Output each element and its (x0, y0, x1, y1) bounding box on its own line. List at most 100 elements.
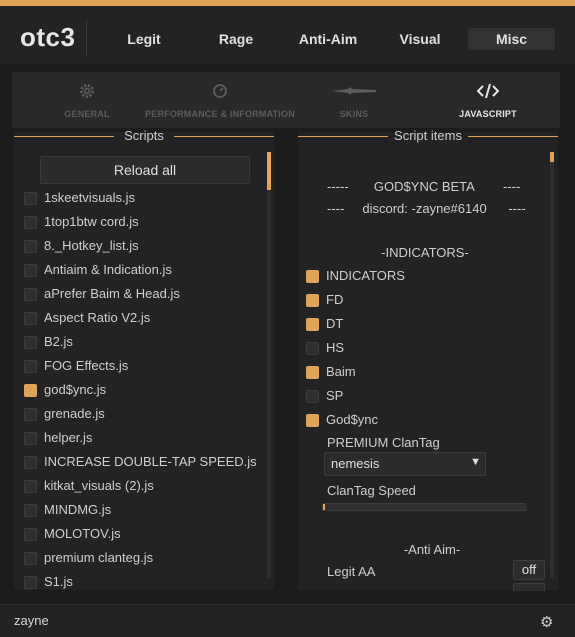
script-list-item[interactable]: kitkat_visuals (2).js (24, 476, 264, 496)
anti-aim-section-header: -Anti Aim- (403, 542, 461, 557)
script-list-item[interactable]: B2.js (24, 332, 264, 352)
gauge-icon (140, 82, 300, 104)
script-checkbox[interactable] (24, 216, 37, 229)
script-checkbox[interactable] (24, 480, 37, 493)
indicator-label: SP (326, 388, 344, 403)
script-checkbox[interactable] (24, 240, 37, 253)
scripts-panel: Scripts Reload all 1skeetvisuals.js 1top1… (14, 128, 274, 592)
script-checkbox[interactable] (24, 288, 37, 301)
indicator-option[interactable]: INDICATORS (306, 266, 526, 286)
indicator-option[interactable]: SP (306, 386, 526, 406)
script-label: Aspect Ratio V2.js (44, 310, 151, 325)
script-list-item[interactable]: aPrefer Baim & Head.js (24, 284, 264, 304)
indicator-label: FD (326, 292, 344, 307)
script-checkbox[interactable] (24, 192, 37, 205)
script-list-item[interactable]: helper.js (24, 428, 264, 448)
script-checkbox[interactable] (24, 456, 37, 469)
script-checkbox[interactable] (24, 576, 37, 589)
script-list-item[interactable]: FOG Effects.js (24, 356, 264, 376)
script-label: MOLOTOV.js (44, 526, 121, 541)
clantag-dropdown[interactable]: nemesis ▼ (324, 452, 486, 476)
indicator-label: HS (326, 340, 345, 355)
script-list-item[interactable]: MINDMG.js (24, 500, 264, 520)
script-checkbox[interactable] (24, 552, 37, 565)
sub-navigation: GENERAL PERFORMANCE & INFORMATION SKINS … (12, 72, 560, 128)
tab-rage[interactable]: Rage (200, 28, 272, 50)
indicator-checkbox[interactable] (306, 318, 319, 331)
knife-icon (312, 82, 396, 104)
script-checkbox[interactable] (24, 432, 37, 445)
indicator-option[interactable]: DT (306, 314, 526, 334)
script-checkbox[interactable] (24, 528, 37, 541)
script-list-item[interactable]: premium clanteg.js (24, 548, 264, 568)
indicator-label: DT (326, 316, 344, 331)
scripts-scroll-thumb[interactable] (267, 152, 271, 190)
legit-aa-toggle[interactable]: off (513, 560, 545, 580)
indicator-checkbox[interactable] (306, 270, 319, 283)
script-label: FOG Effects.js (44, 358, 129, 373)
clantag-label: PREMIUM ClanTag (327, 435, 440, 450)
indicator-checkbox[interactable] (306, 390, 319, 403)
username: zayne (14, 613, 49, 628)
script-checkbox[interactable] (24, 264, 37, 277)
script-checkbox[interactable] (24, 408, 37, 421)
script-checkbox[interactable] (24, 384, 37, 397)
script-list-item[interactable]: S1.js (24, 572, 264, 592)
script-list-item[interactable]: INCREASE DOUBLE-TAP SPEED.js (24, 452, 264, 472)
script-checkbox[interactable] (24, 360, 37, 373)
script-label: grenade.js (44, 406, 105, 421)
items-scroll-thumb[interactable] (550, 152, 554, 162)
script-label: S1.js (44, 574, 73, 589)
app-logo: otc3 (20, 22, 76, 52)
script-list-item[interactable]: grenade.js (24, 404, 264, 424)
indicator-checkbox[interactable] (306, 414, 319, 427)
script-list-item[interactable]: god$ync.js (24, 380, 264, 400)
clantag-speed-slider[interactable] (322, 503, 526, 511)
script-label: INCREASE DOUBLE-TAP SPEED.js (44, 454, 257, 469)
tab-misc[interactable]: Misc (468, 28, 555, 50)
indicator-checkbox[interactable] (306, 294, 319, 307)
subnav-skins[interactable]: SKINS (312, 72, 396, 128)
next-option-button[interactable] (513, 583, 545, 591)
script-label: B2.js (44, 334, 73, 349)
script-checkbox[interactable] (24, 312, 37, 325)
items-scrollbar[interactable] (550, 152, 554, 578)
script-header-title: ----- GOD$YNC BETA ---- (327, 179, 521, 194)
indicator-option[interactable]: Baim (306, 362, 526, 382)
tab-legit[interactable]: Legit (108, 28, 180, 50)
script-label: kitkat_visuals (2).js (44, 478, 154, 493)
clantag-speed-slider-fill (323, 504, 325, 510)
script-list-item[interactable]: Antiaim & Indication.js (24, 260, 264, 280)
script-list-item[interactable]: MOLOTOV.js (24, 524, 264, 544)
script-list-item[interactable]: 8._Hotkey_list.js (24, 236, 264, 256)
subnav-performance[interactable]: PERFORMANCE & INFORMATION (140, 72, 300, 128)
script-list-item[interactable]: 1skeetvisuals.js (24, 188, 264, 208)
script-checkbox[interactable] (24, 504, 37, 517)
indicator-option[interactable]: HS (306, 338, 526, 358)
logo-divider (86, 20, 87, 56)
subnav-general[interactable]: GENERAL (42, 72, 132, 128)
subnav-label: GENERAL (64, 109, 110, 119)
gear-icon (42, 82, 132, 104)
subnav-javascript[interactable]: JAVASCRIPT (444, 72, 532, 128)
subnav-label: SKINS (339, 109, 369, 119)
indicator-checkbox[interactable] (306, 366, 319, 379)
script-items-panel: Script items ----- GOD$YNC BETA ---- ---… (298, 128, 558, 591)
indicator-option[interactable]: FD (306, 290, 526, 310)
indicator-checkbox[interactable] (306, 342, 319, 355)
script-checkbox[interactable] (24, 336, 37, 349)
indicators-section-header: -INDICATORS- (381, 245, 469, 260)
scripts-scrollbar[interactable] (267, 152, 271, 578)
subnav-label: PERFORMANCE & INFORMATION (145, 109, 295, 119)
subnav-label: JAVASCRIPT (459, 109, 517, 119)
script-list-item[interactable]: Aspect Ratio V2.js (24, 308, 264, 328)
indicator-label: INDICATORS (326, 268, 405, 283)
tab-anti-aim[interactable]: Anti-Aim (288, 28, 368, 50)
tab-visual[interactable]: Visual (384, 28, 456, 50)
script-list-item[interactable]: 1top1btw cord.js (24, 212, 264, 232)
reload-all-button[interactable]: Reload all (40, 156, 250, 184)
clantag-dropdown-value: nemesis (331, 456, 380, 471)
settings-gear-icon[interactable]: ⚙ (540, 613, 553, 631)
script-label: premium clanteg.js (44, 550, 154, 565)
indicator-option[interactable]: God$ync (306, 410, 526, 430)
